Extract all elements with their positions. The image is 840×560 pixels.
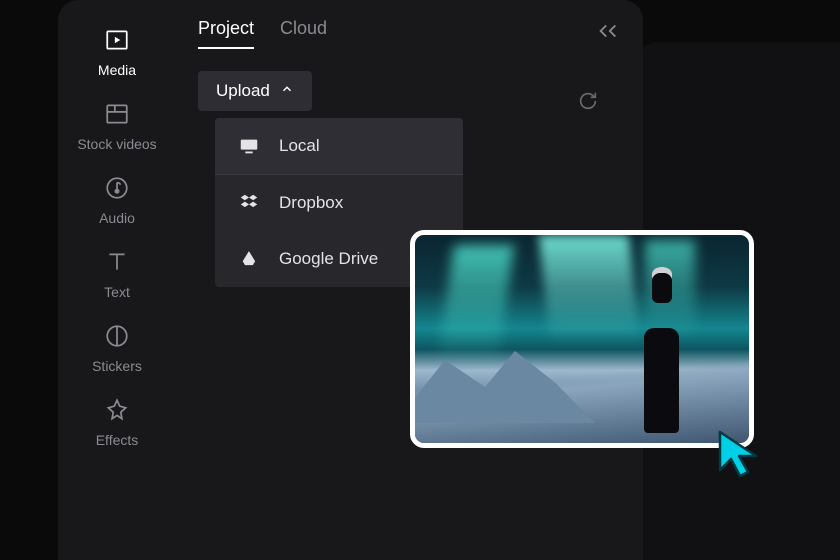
sidebar-item-label: Text xyxy=(104,284,130,300)
sidebar-item-stickers[interactable]: Stickers xyxy=(92,322,142,374)
dropdown-item-local[interactable]: Local xyxy=(215,118,463,175)
cursor-icon xyxy=(716,428,764,485)
upload-button[interactable]: Upload xyxy=(198,71,312,111)
tab-cloud[interactable]: Cloud xyxy=(280,18,327,49)
stockvideo-icon xyxy=(103,100,131,128)
refresh-icon[interactable] xyxy=(577,90,599,117)
googledrive-icon xyxy=(237,247,261,271)
dropdown-item-label: Dropbox xyxy=(279,193,343,213)
effects-icon xyxy=(103,396,131,424)
person-silhouette xyxy=(634,273,689,433)
sidebar-item-label: Audio xyxy=(99,210,135,226)
dropdown-item-dropbox[interactable]: Dropbox xyxy=(215,175,463,231)
local-icon xyxy=(237,134,261,158)
sidebar-item-label: Effects xyxy=(96,432,139,448)
collapse-icon[interactable] xyxy=(597,22,619,45)
audio-icon xyxy=(103,174,131,202)
dropdown-item-label: Local xyxy=(279,136,320,156)
dropbox-icon xyxy=(237,191,261,215)
sidebar-item-label: Stickers xyxy=(92,358,142,374)
tabs: Project Cloud xyxy=(198,18,621,49)
stickers-icon xyxy=(103,322,131,350)
sidebar-item-label: Stock videos xyxy=(77,136,156,152)
sidebar-item-audio[interactable]: Audio xyxy=(99,174,135,226)
sidebar-item-label: Media xyxy=(98,62,136,78)
mountains-decoration xyxy=(415,333,749,443)
chevron-up-icon xyxy=(280,81,294,101)
tab-project[interactable]: Project xyxy=(198,18,254,49)
sidebar-item-media[interactable]: Media xyxy=(98,26,136,78)
text-icon xyxy=(103,248,131,276)
sidebar: Media Stock videos Audio xyxy=(58,0,176,560)
sidebar-item-text[interactable]: Text xyxy=(103,248,131,300)
upload-button-label: Upload xyxy=(216,81,270,101)
dropdown-item-label: Google Drive xyxy=(279,249,378,269)
sidebar-item-effects[interactable]: Effects xyxy=(96,396,139,448)
media-thumbnail[interactable] xyxy=(410,230,754,448)
sidebar-item-stockvideos[interactable]: Stock videos xyxy=(77,100,156,152)
media-icon xyxy=(103,26,131,54)
